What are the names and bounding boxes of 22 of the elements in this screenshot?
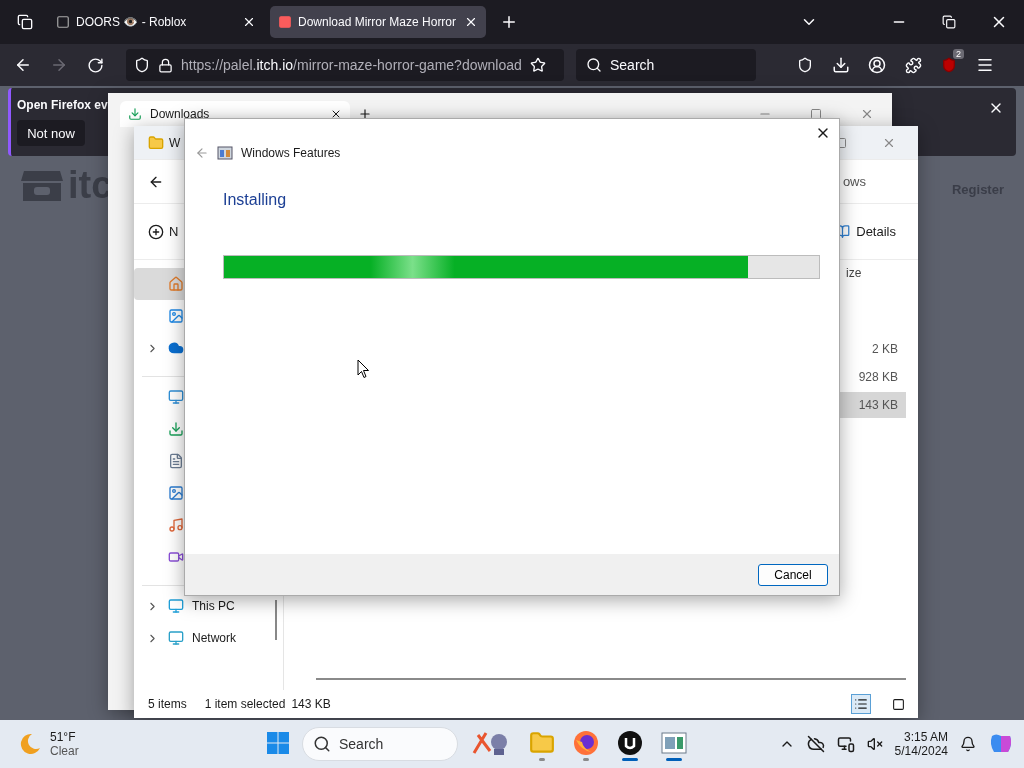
selection-status: 1 item selected [204, 697, 286, 711]
item-count: 5 items [148, 697, 187, 711]
not-now-button[interactable]: Not now [17, 120, 85, 146]
nav-item[interactable]: Network [134, 622, 283, 654]
new-button[interactable]: N [169, 224, 179, 239]
badge: 2 [953, 49, 964, 59]
url-field[interactable]: https://palel.itch.io/mirror-maze-horror-game?download [126, 49, 564, 81]
breadcrumb[interactable]: ows [842, 174, 866, 189]
explorer-tab-title[interactable]: W [169, 135, 181, 150]
search-field[interactable]: Search [576, 49, 756, 81]
cancel-button[interactable]: Cancel [758, 563, 828, 586]
dialog-title: Windows Features [241, 146, 341, 160]
selection-size: 143 KB [291, 697, 331, 711]
clock-date[interactable]: 5/14/2024 [894, 744, 948, 758]
temperature: 51°F [50, 730, 77, 744]
notification-text: Open Firefox ev [17, 98, 108, 112]
clock-time[interactable]: 3:15 AM [903, 730, 948, 744]
installing-heading: Installing [223, 191, 288, 209]
browser-tab[interactable]: Download Mirror Maze Horror [270, 6, 486, 38]
weather-condition: Clear [50, 744, 79, 758]
browser-tab[interactable]: DOORS 👁 - Roblox [48, 6, 264, 38]
taskbar-search-field[interactable]: Search [302, 727, 458, 761]
